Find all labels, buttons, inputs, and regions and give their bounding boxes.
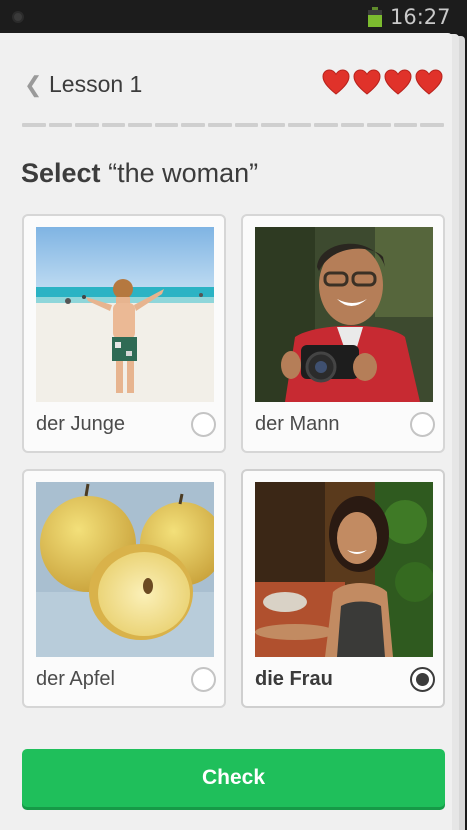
apples-image xyxy=(36,482,214,657)
man-with-camera-image xyxy=(255,227,433,402)
progress-segment xyxy=(314,123,338,127)
notification-dot-icon xyxy=(12,11,24,23)
battery-icon xyxy=(368,7,382,27)
heart-icon xyxy=(322,69,350,95)
prompt-verb: Select xyxy=(21,158,101,188)
lesson-progress-bar xyxy=(22,123,444,127)
progress-segment xyxy=(48,123,73,127)
progress-segment xyxy=(393,123,418,127)
lesson-title: Lesson 1 xyxy=(49,71,143,97)
question-prompt: Select “the woman” xyxy=(21,158,258,189)
progress-segment xyxy=(420,123,444,127)
hearts-lives xyxy=(322,69,443,95)
prompt-phrase: “the woman” xyxy=(108,158,259,188)
option-card-junge[interactable]: der Junge xyxy=(22,214,226,453)
option-radio[interactable] xyxy=(410,412,435,437)
lesson-screen: ❮ Lesson 1 Select “the woman” der Junge … xyxy=(0,33,452,830)
progress-segment xyxy=(181,123,205,127)
option-card-mann[interactable]: der Mann xyxy=(241,214,445,453)
progress-segment xyxy=(154,123,179,127)
progress-segment xyxy=(22,123,46,127)
heart-icon xyxy=(353,69,381,95)
progress-segment xyxy=(75,123,99,127)
option-radio[interactable] xyxy=(191,667,216,692)
boy-on-beach-image xyxy=(36,227,214,402)
progress-segment xyxy=(128,123,152,127)
option-radio-selected[interactable] xyxy=(410,667,435,692)
progress-segment xyxy=(261,123,285,127)
option-label: der Mann xyxy=(255,413,340,435)
woman-smiling-image xyxy=(255,482,433,657)
progress-segment xyxy=(101,123,126,127)
check-button[interactable]: Check xyxy=(22,749,445,807)
heart-icon xyxy=(384,69,412,95)
progress-segment xyxy=(340,123,365,127)
progress-segment xyxy=(207,123,232,127)
progress-segment xyxy=(287,123,312,127)
option-label: die Frau xyxy=(255,668,333,690)
option-card-frau[interactable]: die Frau xyxy=(241,469,445,708)
option-label: der Junge xyxy=(36,413,125,435)
option-card-apfel[interactable]: der Apfel xyxy=(22,469,226,708)
option-radio[interactable] xyxy=(191,412,216,437)
progress-segment xyxy=(234,123,259,127)
option-label: der Apfel xyxy=(36,668,115,690)
status-clock: 16:27 xyxy=(390,5,451,29)
progress-segment xyxy=(367,123,391,127)
chevron-left-icon[interactable]: ❮ xyxy=(24,72,42,98)
heart-icon xyxy=(415,69,443,95)
status-bar: 16:27 xyxy=(0,0,467,33)
